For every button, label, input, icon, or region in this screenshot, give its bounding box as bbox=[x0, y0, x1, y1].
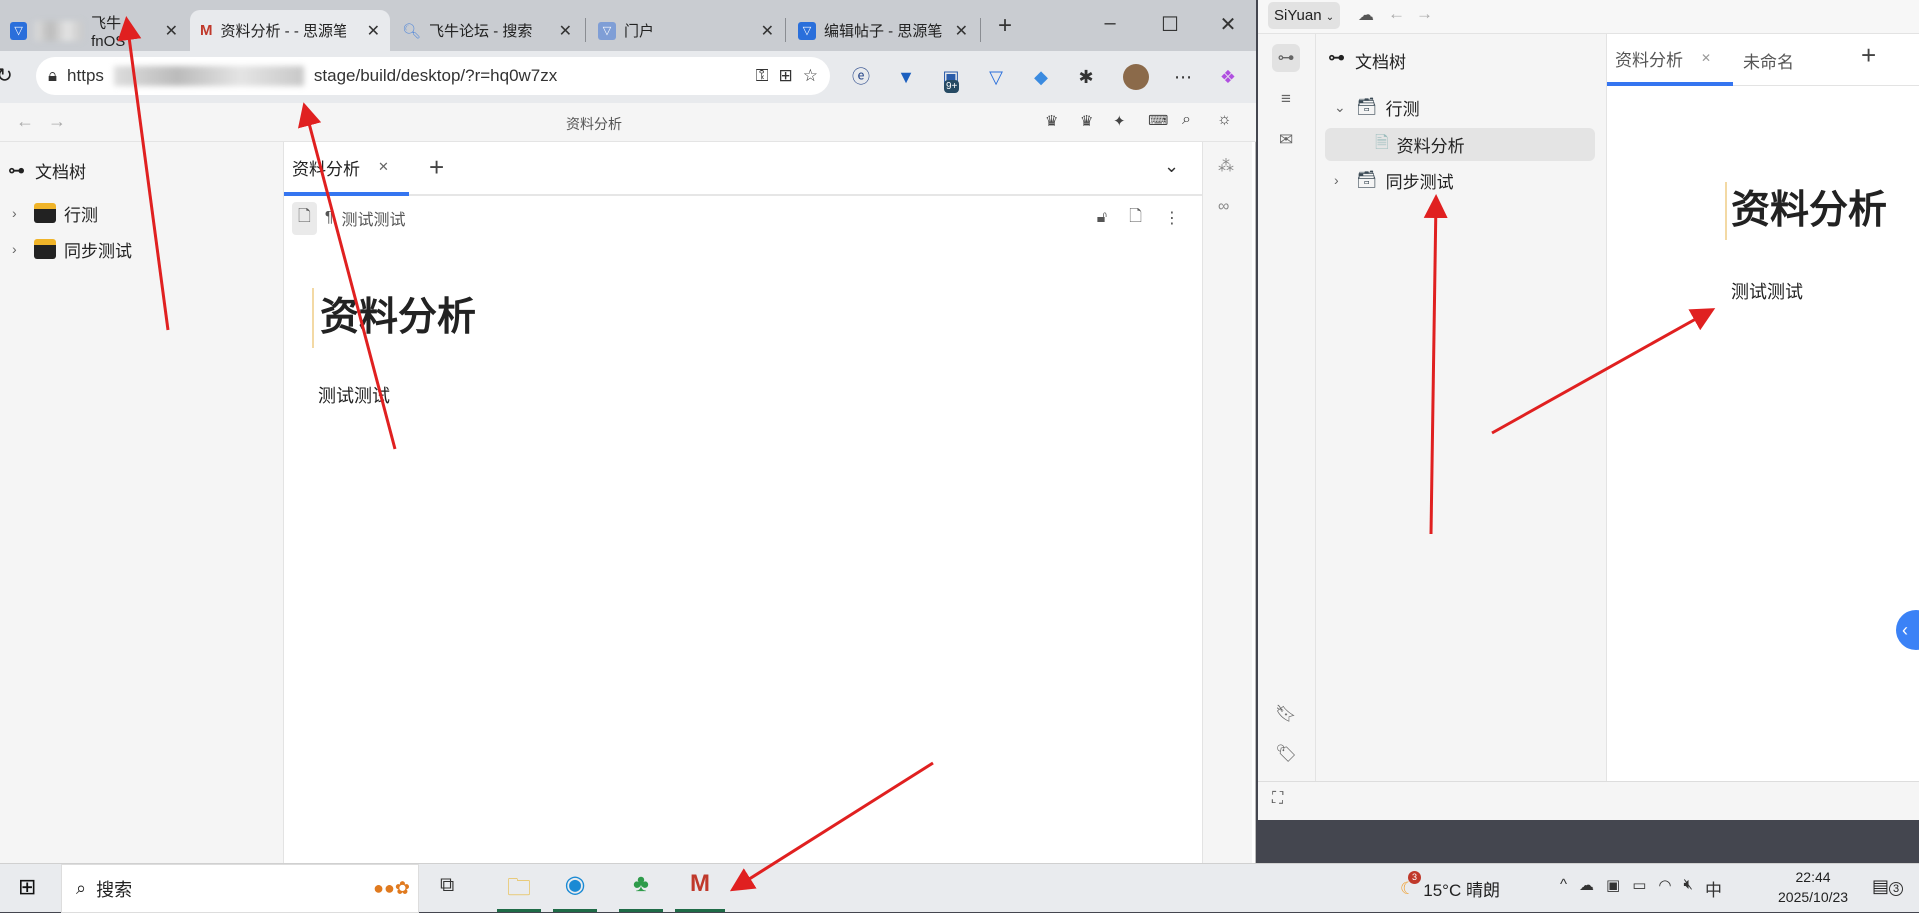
annotation-arrow bbox=[729, 761, 934, 892]
annotation-arrow bbox=[1423, 194, 1448, 535]
annotation-arrow bbox=[117, 16, 170, 331]
annotation-arrow bbox=[1491, 308, 1716, 435]
annotation-arrow bbox=[297, 102, 397, 450]
annotation-arrows bbox=[117, 16, 1716, 892]
